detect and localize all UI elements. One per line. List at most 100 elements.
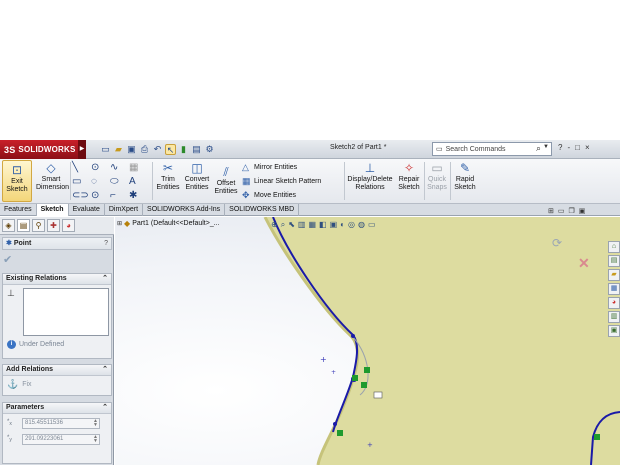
convert-entities-button[interactable]: ◫ Convert Entities [183, 161, 211, 192]
quick-snaps-button[interactable]: ▭ Quick Snaps [426, 161, 448, 192]
pin-icon[interactable]: ⊞ [548, 207, 554, 215]
section-view-icon[interactable]: ▥ [298, 220, 306, 230]
relation-marker[interactable] [594, 434, 600, 440]
select-arrow-icon[interactable]: ↖ [165, 144, 176, 155]
display-delete-relations-button[interactable]: ⊥ Display/Delete Relations [346, 161, 394, 192]
relation-marker[interactable] [361, 382, 367, 388]
design-library-icon[interactable]: ▤ [608, 255, 620, 267]
minimize-icon[interactable]: - [567, 143, 570, 152]
grid-icon[interactable]: ▦ [129, 161, 148, 175]
x-coordinate-field[interactable]: 815.45511536 ▲ ▼ [22, 417, 100, 429]
sketch-point[interactable] [351, 334, 355, 338]
restore-icon[interactable]: ❐ [569, 207, 575, 215]
zoom-to-fit-icon[interactable]: ⊕ [271, 220, 278, 230]
menu-expand-icon[interactable]: ▶ [78, 140, 86, 159]
polygon-icon[interactable]: ⊙ [91, 189, 110, 203]
display-manager-tab-icon[interactable]: ◕ [62, 219, 75, 232]
tab-solidworks-mbd[interactable]: SOLIDWORKS MBD [225, 204, 300, 216]
relation-marker[interactable] [337, 430, 343, 436]
add-relations-header[interactable]: Add Relations ⌃ [3, 365, 111, 376]
hide-show-items-icon[interactable]: ◐ [340, 220, 345, 230]
relation-marker[interactable] [364, 367, 370, 373]
line-icon[interactable]: ╲ [72, 161, 91, 175]
solidworks-forum-icon[interactable]: ▣ [608, 325, 620, 337]
new-document-icon[interactable]: ▭ [100, 144, 111, 155]
spinner-icon[interactable]: ▲ ▼ [93, 434, 98, 443]
tab-evaluate[interactable]: Evaluate [69, 204, 105, 216]
file-properties-icon[interactable]: ▤ [191, 144, 202, 155]
exit-sketch-button[interactable]: ⊡ Exit Sketch [2, 160, 32, 202]
trim-entities-button[interactable]: ✂ Trim Entities [154, 161, 182, 192]
apply-scene-icon[interactable]: ◍ [358, 220, 365, 230]
custom-properties-icon[interactable]: ▥ [608, 311, 620, 323]
offset-entities-button[interactable]: ⫽ Offset Entities [212, 165, 240, 196]
configuration-tab-icon[interactable]: ⚲ [32, 219, 45, 232]
solidworks-logo[interactable]: 3S SOLIDWORKS [0, 140, 84, 159]
linear-sketch-pattern-button[interactable]: ▦ Linear Sketch Pattern [242, 176, 321, 187]
save-icon[interactable]: ▣ [126, 144, 137, 155]
tab-dimxpert[interactable]: DimXpert [105, 204, 144, 216]
collapse-chevron-icon[interactable]: ⌃ [102, 403, 108, 413]
slot-icon[interactable]: ⊂⊃ [72, 189, 91, 203]
print-icon[interactable]: ⎙ [139, 144, 150, 155]
zoom-area-icon[interactable]: ⌕ [281, 220, 285, 230]
dynamic-annotation-icon[interactable]: ▦ [308, 220, 316, 230]
restore-icon[interactable]: □ [575, 143, 580, 152]
view-palette-icon[interactable]: ▦ [608, 283, 620, 295]
options-gear-icon[interactable]: ⚙ [204, 144, 215, 155]
repair-sketch-button[interactable]: ✧ Repair Sketch [396, 161, 422, 192]
property-manager-tab-icon[interactable]: ▤ [17, 219, 30, 232]
parameters-header[interactable]: Parameters ⌃ [3, 403, 111, 414]
existing-relations-header[interactable]: Existing Relations ⌃ [3, 274, 111, 285]
arc-icon[interactable]: ◌ [91, 175, 110, 189]
chevron-down-icon[interactable]: ▼ [543, 144, 549, 150]
previous-view-icon[interactable]: ⬉ [288, 220, 295, 230]
mirror-entities-button[interactable]: △ Mirror Entities [242, 162, 297, 173]
sketch-canvas[interactable]: + + + [115, 217, 620, 465]
spline-icon[interactable]: ∿ [110, 161, 129, 175]
fillet-icon[interactable]: ⌐ [110, 189, 129, 203]
open-folder-icon[interactable]: ▰ [113, 144, 124, 155]
appearances-icon[interactable]: ◕ [608, 297, 620, 309]
relation-marker[interactable] [352, 375, 358, 381]
text-icon[interactable]: A [129, 175, 148, 189]
point-icon[interactable]: ✱ [129, 189, 148, 203]
rebuild-icon[interactable]: ▮ [178, 144, 189, 155]
tab-sketch[interactable]: Sketch [36, 204, 69, 216]
sketch-point[interactable] [333, 422, 337, 426]
view-orientation-icon[interactable]: ◧ [319, 220, 327, 230]
move-entities-button[interactable]: ✥ Move Entities [242, 190, 296, 201]
confirmation-corner-icon[interactable]: ⟳ [552, 236, 562, 250]
edit-appearance-icon[interactable]: ◎ [348, 220, 355, 230]
rectangle-icon[interactable]: ▭ [72, 175, 91, 189]
help-icon[interactable]: ? [104, 238, 108, 250]
graphics-viewport[interactable]: + + + ⊞ ◆ Part1 (Default<<Default>_... ⊕… [115, 217, 620, 465]
tile-icon[interactable]: ▭ [558, 207, 565, 215]
fix-relation-button[interactable]: ⚓ Fix [7, 379, 32, 390]
tab-features[interactable]: Features [0, 204, 37, 216]
resources-icon[interactable]: ⌂ [608, 241, 620, 253]
feature-tree-tab-icon[interactable]: ◈ [2, 219, 15, 232]
file-explorer-icon[interactable]: ▰ [608, 269, 620, 281]
help-icon[interactable]: ? [558, 143, 562, 152]
ellipse-icon[interactable]: ⬭ [110, 175, 129, 189]
cancel-x-icon[interactable]: ✕ [578, 255, 590, 272]
display-style-icon[interactable]: ▣ [330, 220, 338, 230]
close-icon[interactable]: × [585, 143, 590, 152]
search-commands-input[interactable]: ▭ Search Commands ⌕ ▼ [432, 142, 552, 156]
tab-solidworks-add-ins[interactable]: SOLIDWORKS Add-Ins [143, 204, 226, 216]
feature-tree-flyout[interactable]: ⊞ ◆ Part1 (Default<<Default>_... [117, 219, 220, 228]
smart-dimension-button[interactable]: ◇ Smart Dimension [33, 161, 69, 192]
expand-icon[interactable]: ⊞ [117, 220, 122, 227]
collapse-chevron-icon[interactable]: ⌃ [102, 274, 108, 284]
ok-check-icon[interactable]: ✔ [3, 253, 12, 266]
close-icon[interactable]: ▣ [579, 207, 586, 215]
view-settings-icon[interactable]: ▭ [368, 220, 376, 230]
existing-relations-list[interactable] [23, 288, 109, 336]
y-coordinate-field[interactable]: 291.09223061 ▲ ▼ [22, 433, 100, 445]
collapse-chevron-icon[interactable]: ⌃ [102, 365, 108, 375]
rapid-sketch-button[interactable]: ✎ Rapid Sketch [452, 161, 478, 192]
undo-icon[interactable]: ↶ [152, 144, 163, 155]
circle-icon[interactable]: ⊙ [91, 161, 110, 175]
spinner-icon[interactable]: ▲ ▼ [93, 418, 98, 427]
